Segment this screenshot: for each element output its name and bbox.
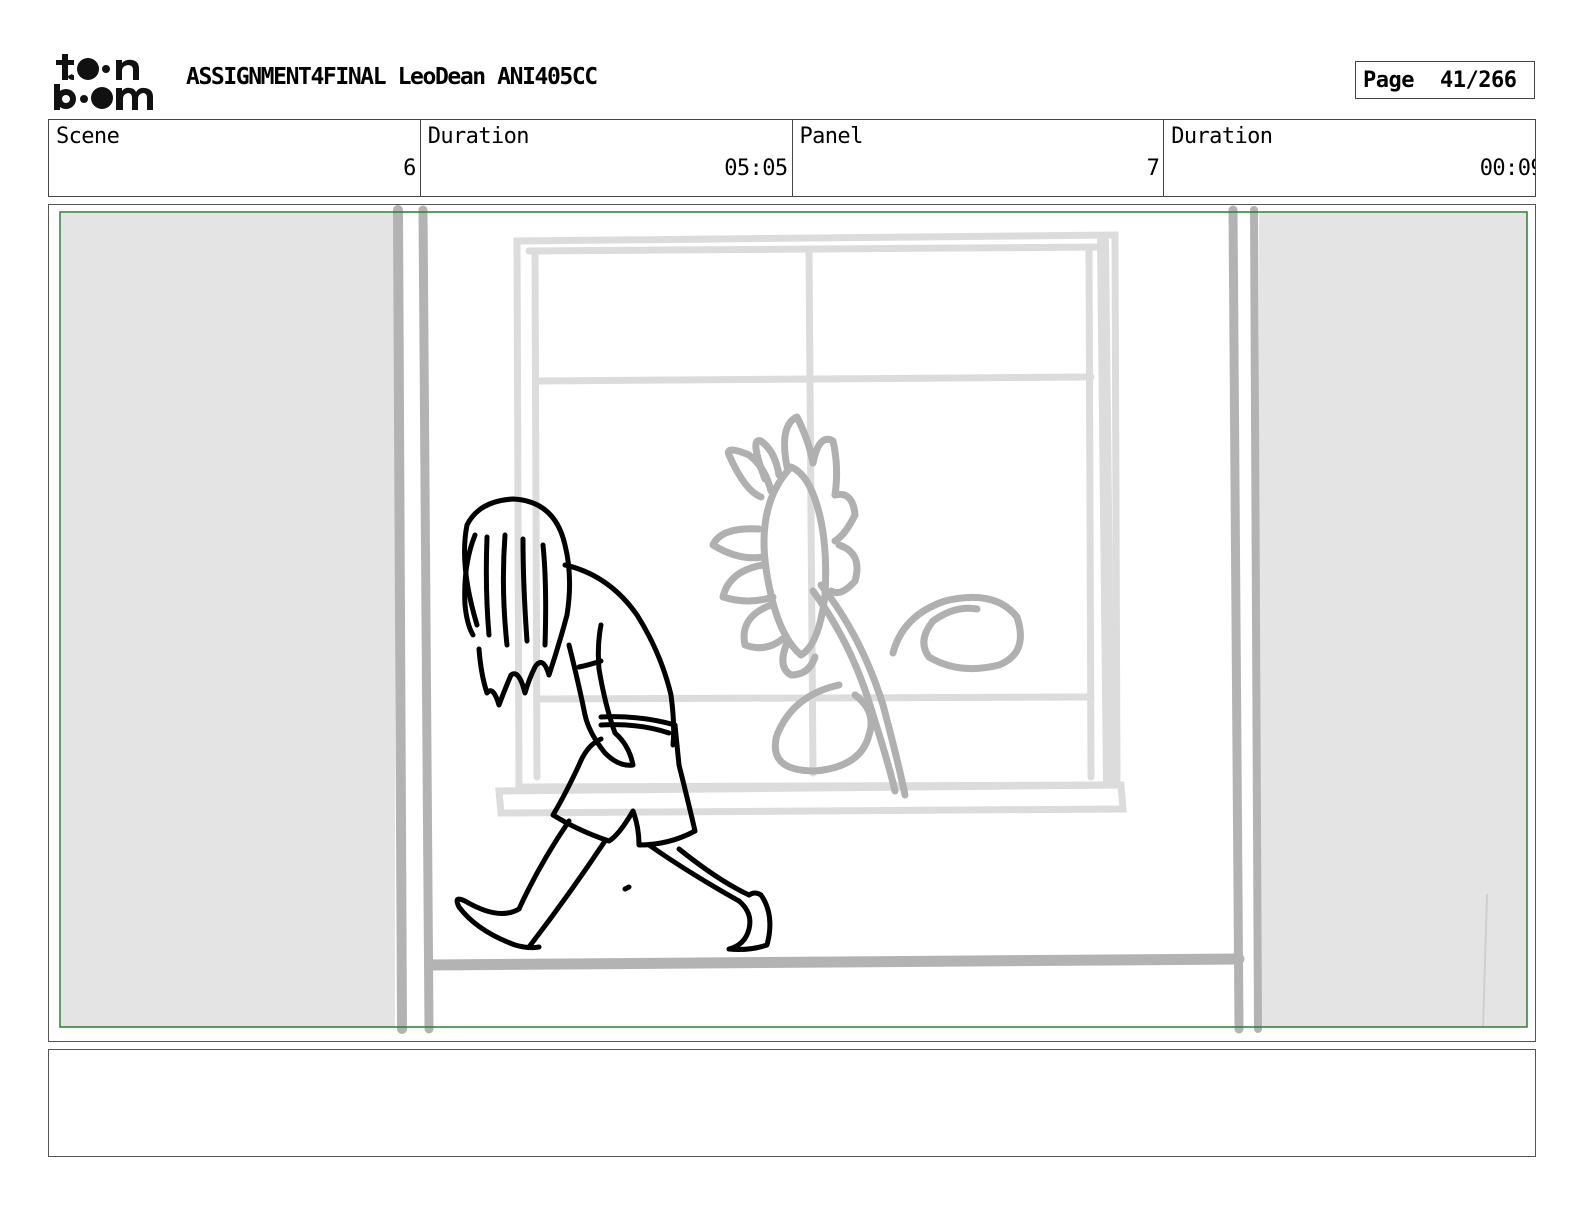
scene-cell: Scene 6 — [49, 120, 421, 196]
scene-label: Scene — [56, 124, 120, 149]
girl-character-sketch — [454, 496, 773, 952]
scene-duration-label: Duration — [427, 124, 530, 149]
toon-boom-logo — [54, 54, 153, 110]
storyboard-panel-frame — [48, 204, 1536, 1042]
panel-info-row: Scene 6 Duration 05:05 Panel 7 Duration … — [48, 119, 1536, 197]
panel-duration-cell: Duration 00:09 — [1164, 120, 1535, 196]
panel-label: Panel — [799, 124, 864, 149]
flower-sketch — [709, 413, 1024, 799]
panel-duration-label: Duration — [1171, 124, 1273, 149]
page-number: 41/266 — [1439, 67, 1517, 93]
storyboard-panel-drawing — [59, 205, 1528, 1034]
panel-value: 7 — [1146, 156, 1160, 181]
window-sketch — [495, 231, 1127, 817]
panel-cell: Panel 7 — [793, 120, 1165, 196]
panel-duration-value: 00:09 — [1479, 156, 1535, 181]
left-wall — [61, 213, 395, 1027]
scene-duration-cell: Duration 05:05 — [421, 120, 793, 196]
page-label: Page — [1363, 67, 1414, 93]
scene-value: 6 — [403, 156, 416, 181]
project-title: ASSIGNMENT4FINAL LeoDean ANI405CC — [186, 64, 598, 90]
scene-duration-value: 05:05 — [724, 156, 788, 181]
page-indicator: Page 41/266 — [1355, 61, 1535, 99]
dialogue-notes-box[interactable] — [48, 1049, 1536, 1157]
